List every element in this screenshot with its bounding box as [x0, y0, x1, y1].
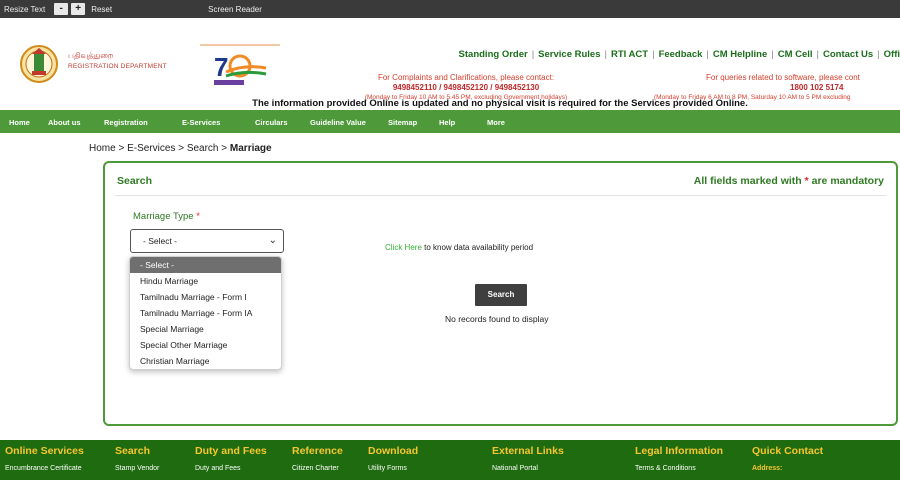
department-name-tamil: பதிவுத்துறை — [68, 51, 114, 60]
nav-help[interactable]: Help — [439, 118, 455, 127]
search-button[interactable]: Search — [475, 284, 527, 306]
reset-text-link[interactable]: Reset — [91, 5, 112, 14]
footer-link-duty-fees[interactable]: Duty and Fees — [195, 465, 241, 472]
option-select[interactable]: - Select - — [130, 257, 281, 273]
nav-e-services[interactable]: E-Services — [182, 118, 220, 127]
standing-order-link[interactable]: Standing Order — [459, 49, 528, 60]
resize-text-label: Resize Text — [4, 4, 46, 14]
no-records-message: No records found to display — [445, 314, 549, 324]
footer-heading-online-services: Online Services — [5, 445, 84, 457]
offices-link[interactable]: Offi — [884, 49, 900, 60]
azadi-ka-amrit-mahotsav-logo-icon: 7 — [200, 44, 280, 85]
screen-reader-link[interactable]: Screen Reader — [208, 5, 262, 14]
nav-sitemap[interactable]: Sitemap — [388, 118, 417, 127]
footer-link-citizen-charter[interactable]: Citizen Charter — [292, 465, 339, 472]
option-hindu-marriage[interactable]: Hindu Marriage — [130, 273, 281, 289]
marriage-type-selected-value: - Select - — [143, 236, 178, 246]
footer-address-label: Address: — [752, 465, 783, 472]
footer-heading-external-links: External Links — [492, 445, 564, 457]
nav-guideline-value[interactable]: Guideline Value — [310, 118, 366, 127]
footer-link-terms-conditions[interactable]: Terms & Conditions — [635, 465, 696, 472]
nav-registration[interactable]: Registration — [104, 118, 148, 127]
option-tamilnadu-form-i[interactable]: Tamilnadu Marriage - Form I — [130, 289, 281, 305]
footer-heading-search: Search — [115, 445, 151, 457]
option-special-marriage[interactable]: Special Marriage — [130, 321, 281, 337]
software-heading: For queries related to software, please … — [706, 73, 860, 82]
click-here-link[interactable]: Click Here — [385, 243, 422, 252]
nav-more[interactable]: More — [487, 118, 505, 127]
nav-about-us[interactable]: About us — [48, 118, 81, 127]
footer-link-utility-forms[interactable]: Utility Forms — [368, 465, 407, 472]
svg-text:7: 7 — [214, 52, 228, 82]
nav-circulars[interactable]: Circulars — [255, 118, 288, 127]
option-tamilnadu-form-ia[interactable]: Tamilnadu Marriage - Form IA — [130, 305, 281, 321]
footer-link-encumbrance-certificate[interactable]: Encumbrance Certificate — [5, 465, 82, 472]
footer-heading-download: Download — [368, 445, 419, 457]
marriage-type-select[interactable]: - Select - ⌄ — [130, 229, 284, 253]
panel-divider — [115, 195, 886, 196]
online-notice: The information provided Online is updat… — [252, 98, 748, 109]
main-nav: Home About us Registration E-Services Ci… — [0, 110, 900, 133]
breadcrumb-path[interactable]: Home > E-Services > Search > — [89, 143, 230, 154]
feedback-link[interactable]: Feedback — [659, 49, 703, 60]
complaints-heading: For Complaints and Clarifications, pleas… — [377, 73, 555, 82]
required-star: * — [196, 211, 200, 222]
footer-heading-legal-information: Legal Information — [635, 445, 724, 457]
footer-link-stamp-vendor[interactable]: Stamp Vendor — [115, 465, 159, 472]
software-phone: 1800 102 5174 — [790, 83, 844, 92]
marriage-type-options: - Select - Hindu Marriage Tamilnadu Marr… — [129, 256, 282, 370]
breadcrumb: Home > E-Services > Search > Marriage — [89, 143, 272, 154]
data-availability-note: Click Here to know data availability per… — [385, 243, 534, 252]
top-links: Standing Order | Service Rules | RTI ACT | Fee… — [458, 49, 900, 60]
tamilnadu-emblem-icon[interactable] — [20, 44, 58, 84]
marriage-type-label: Marriage Type * — [133, 211, 200, 222]
footer-heading-duty-fees: Duty and Fees — [195, 445, 267, 457]
nav-home[interactable]: Home — [9, 118, 30, 127]
chevron-down-icon: ⌄ — [268, 235, 277, 246]
option-christian-marriage[interactable]: Christian Marriage — [130, 353, 281, 369]
department-name-english: REGISTRATION DEPARTMENT — [68, 63, 167, 70]
footer-link-national-portal[interactable]: National Portal — [492, 465, 538, 472]
rti-act-link[interactable]: RTI ACT — [611, 49, 648, 60]
panel-title: Search — [117, 175, 153, 187]
contact-us-link[interactable]: Contact Us — [823, 49, 873, 60]
complaints-phones: 9498452110 / 9498452120 / 9498452130 — [392, 83, 540, 92]
footer-heading-quick-contact: Quick Contact — [752, 445, 824, 457]
accessibility-bar: Resize Text - + Reset Screen Reader — [0, 0, 900, 18]
footer-heading-reference: Reference — [292, 445, 343, 457]
cm-cell-link[interactable]: CM Cell — [778, 49, 813, 60]
mandatory-note: All fields marked with * are mandatory — [693, 175, 884, 187]
cm-helpline-link[interactable]: CM Helpline — [713, 49, 767, 60]
site-footer: Online Services Search Duty and Fees Ref… — [0, 440, 900, 480]
option-special-other-marriage[interactable]: Special Other Marriage — [130, 337, 281, 353]
service-rules-link[interactable]: Service Rules — [538, 49, 600, 60]
breadcrumb-current: Marriage — [229, 143, 272, 154]
site-header: பதிவுத்துறை REGISTRATION DEPARTMENT 7 St… — [0, 18, 900, 110]
decrease-text-button[interactable]: - — [54, 3, 69, 15]
increase-text-button[interactable]: + — [71, 3, 86, 15]
